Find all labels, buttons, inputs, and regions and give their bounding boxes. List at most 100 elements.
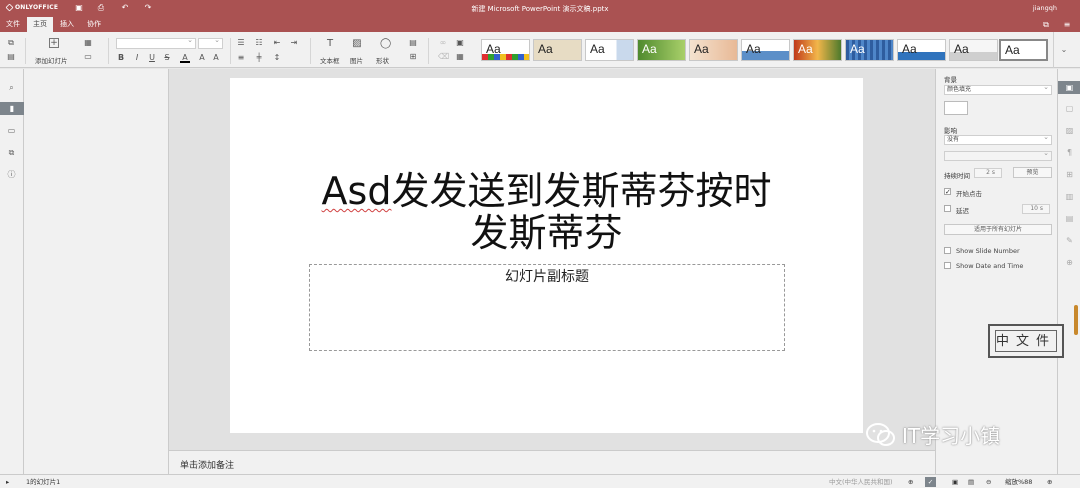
effect-type-select[interactable] [944, 149, 1052, 161]
start-on-click-checkbox[interactable]: ✓ [944, 188, 951, 196]
theme-option[interactable]: Aa [637, 39, 686, 61]
background-fill-select[interactable]: 颜色填充 [944, 83, 1052, 95]
textbox-icon[interactable]: T [325, 39, 335, 49]
notes-area[interactable]: 单击添加备注 [169, 450, 935, 474]
decrease-indent-icon[interactable]: ⇤ [272, 38, 282, 48]
theme-option-selected[interactable]: Aa [999, 39, 1048, 61]
theme-option[interactable]: Aa [897, 39, 946, 61]
slide-background-icon[interactable]: ▦ [455, 52, 465, 62]
preview-button[interactable]: 预览 [1013, 167, 1052, 178]
delay-checkbox[interactable] [944, 205, 951, 212]
slides-panel-icon[interactable]: ▮ [0, 102, 24, 115]
effect-select[interactable]: 没有 [944, 133, 1052, 145]
toolbar-separator [108, 38, 109, 64]
change-layout-icon[interactable]: ▦ [83, 38, 93, 48]
theme-option[interactable]: Aa [481, 39, 530, 61]
color-scheme-icon[interactable]: ▣ [455, 38, 465, 48]
image-settings-icon[interactable]: ▨ [1063, 124, 1076, 137]
theme-option[interactable]: Aa [845, 39, 894, 61]
font-size-select[interactable] [198, 36, 223, 49]
add-slide-icon[interactable]: + [49, 38, 59, 48]
image-button[interactable]: 图片 [350, 55, 363, 65]
plugin-settings-icon[interactable]: ⊕ [1063, 256, 1076, 269]
decrease-font-icon[interactable]: A [211, 53, 221, 63]
increase-font-icon[interactable]: A [197, 53, 207, 63]
subtitle-placeholder[interactable]: 幻灯片副标题 [309, 264, 785, 351]
duration-label: 持续时间 [944, 172, 970, 180]
menu-icon[interactable]: ≡ [1062, 20, 1072, 29]
slide-nav-icon[interactable]: ▸ [6, 477, 9, 487]
bullets-icon[interactable]: ☰ [236, 38, 246, 48]
show-slide-number-checkbox[interactable] [944, 247, 951, 254]
theme-option[interactable]: Aa [689, 39, 738, 61]
table-settings-icon[interactable]: ⊞ [1063, 168, 1076, 181]
arrange-icon[interactable]: ▤ [408, 38, 418, 48]
theme-option[interactable]: Aa [949, 39, 998, 61]
link-icon[interactable]: ∞ [438, 38, 448, 48]
zoom-out-icon[interactable]: ⊖ [986, 477, 991, 487]
textart-settings-icon[interactable]: ▤ [1063, 212, 1076, 225]
numbering-icon[interactable]: ☷ [254, 38, 264, 48]
paragraph-settings-icon[interactable]: ¶ [1063, 146, 1076, 159]
theme-option[interactable]: Aa [793, 39, 842, 61]
slide-title[interactable]: Asd发发送到发斯蒂芬按时 发斯蒂芬 [230, 170, 863, 254]
tab-file[interactable]: 文件 [0, 17, 26, 32]
vertical-align-icon[interactable]: ╪ [254, 53, 264, 63]
about-icon[interactable]: ⓘ [5, 168, 18, 181]
theme-option[interactable]: Aa [741, 39, 790, 61]
italic-icon[interactable]: I [132, 53, 142, 63]
shape-icon[interactable]: ◯ [380, 39, 391, 49]
open-location-icon[interactable]: ⧉ [1041, 20, 1051, 29]
image-icon[interactable]: ▨ [352, 39, 362, 49]
comments-icon[interactable]: ▭ [5, 124, 18, 137]
align-shapes-icon[interactable]: ⊞ [408, 52, 418, 62]
theme-more-icon[interactable]: ⌄ [1053, 32, 1074, 68]
increase-indent-icon[interactable]: ⇥ [289, 38, 299, 48]
delay-spinner[interactable]: 10 s [1022, 204, 1050, 214]
font-family-select[interactable] [116, 36, 196, 49]
zoom-in-icon[interactable]: ⊕ [1047, 477, 1052, 487]
language-icon[interactable]: ⊕ [908, 477, 913, 487]
shape-settings-icon[interactable]: ▢ [1063, 102, 1076, 115]
document-title: 新建 Microsoft PowerPoint 演示文稿.pptx [471, 5, 609, 13]
tab-collaboration[interactable]: 协作 [81, 17, 107, 32]
textbox-button[interactable]: 文本框 [320, 55, 340, 65]
spellcheck-icon[interactable]: ✓ [925, 477, 936, 487]
clear-style-icon[interactable]: ⌫ [438, 52, 449, 62]
fit-slide-icon[interactable]: ▣ [952, 477, 958, 487]
search-icon[interactable]: ⌕ [5, 81, 18, 94]
panel-resize-handle[interactable] [1074, 305, 1078, 335]
fit-width-icon[interactable]: ▤ [968, 477, 974, 487]
add-slide-button[interactable]: 添加幻灯片 [35, 55, 68, 65]
line-spacing-icon[interactable]: ↕ [272, 53, 282, 63]
chart-settings-icon[interactable]: ▥ [1063, 190, 1076, 203]
toolbar-separator [428, 38, 429, 64]
seal-text: 中文件 [995, 330, 1057, 352]
underline-icon[interactable]: U [147, 53, 157, 63]
shape-button[interactable]: 形状 [376, 55, 389, 65]
user-name[interactable]: jiangqh [1033, 4, 1057, 12]
language-select[interactable]: 中文(中华人民共和国) [829, 477, 893, 487]
duration-spinner[interactable]: 2 s [974, 168, 1002, 178]
show-date-time-checkbox[interactable] [944, 262, 951, 269]
background-color-picker[interactable] [944, 101, 968, 115]
status-bar: ▸ 1的幻灯片1 中文(中华人民共和国) ⊕ ✓ ▣ ▤ ⊖ 缩放%88 ⊕ [0, 474, 1080, 488]
paste-icon[interactable]: ▤ [6, 52, 16, 62]
apply-to-all-slides-button[interactable]: 适用于所有幻灯片 [944, 224, 1052, 235]
tab-insert[interactable]: 插入 [54, 17, 80, 32]
slide[interactable]: Asd发发送到发斯蒂芬按时 发斯蒂芬 幻灯片副标题 [230, 78, 863, 433]
theme-option[interactable]: Aa [533, 39, 582, 61]
chat-icon[interactable]: ⧉ [5, 146, 18, 159]
copy-icon[interactable]: ⧉ [6, 38, 16, 48]
slide-settings-icon[interactable]: ▣ [1058, 81, 1080, 94]
theme-option[interactable]: Aa [585, 39, 634, 61]
bold-icon[interactable]: B [116, 53, 126, 63]
delay-label: 延迟 [956, 207, 969, 215]
strikethrough-icon[interactable]: S [162, 53, 172, 63]
font-color-icon[interactable]: A [180, 53, 190, 63]
signature-settings-icon[interactable]: ✎ [1063, 234, 1076, 247]
slide-size-icon[interactable]: ▭ [83, 52, 93, 62]
tab-home[interactable]: 主页 [27, 17, 53, 32]
toolbar: ⧉ ▤ + 添加幻灯片 ▦ ▭ B I U S A A A ☰ ☷ ⇤ ⇥ ≡ … [0, 32, 1080, 68]
align-left-icon[interactable]: ≡ [236, 53, 246, 63]
